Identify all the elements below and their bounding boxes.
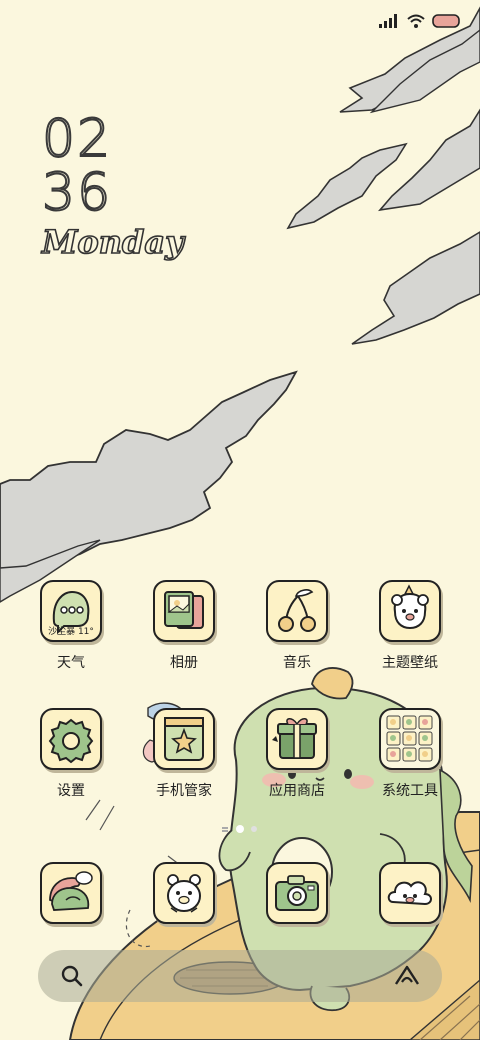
app-label: 应用商店 — [269, 783, 325, 799]
app-weather[interactable]: 沙尘暴 11° 天气 — [21, 580, 121, 690]
search-icon[interactable] — [60, 964, 84, 988]
app-label: 相册 — [170, 655, 198, 671]
weather-ghost-icon: 沙尘暴 11° — [40, 580, 102, 642]
star-shield-icon — [153, 708, 215, 770]
app-label: 主题壁纸 — [382, 655, 438, 671]
assistant-icon[interactable] — [394, 964, 420, 988]
app-settings[interactable]: 设置 — [21, 708, 121, 818]
chat-ball-icon — [40, 862, 102, 924]
cherries-music-icon — [266, 580, 328, 642]
wifi-icon — [407, 14, 425, 28]
clock-hour: 02 — [41, 109, 113, 169]
app-store[interactable]: 应用商店 — [247, 708, 347, 818]
status-bar — [378, 10, 462, 32]
app-music[interactable]: 音乐 — [247, 580, 347, 690]
folder-system-tools[interactable]: 系统工具 — [360, 708, 460, 818]
gear-icon — [40, 708, 102, 770]
search-bar[interactable] — [38, 950, 442, 1002]
bear-icon — [153, 862, 215, 924]
app-label: 天气 — [57, 655, 85, 671]
app-label: 音乐 — [283, 655, 311, 671]
battery-icon — [432, 14, 460, 28]
app-label: 系统工具 — [382, 783, 438, 799]
camera-icon — [266, 862, 328, 924]
app-gallery[interactable]: 相册 — [134, 580, 234, 690]
weather-widget-text: 沙尘暴 11° — [48, 627, 94, 637]
photo-album-icon — [153, 580, 215, 642]
clock-widget[interactable]: 02 36 Monday — [41, 109, 185, 262]
gift-store-icon — [266, 708, 328, 770]
cloud-icon — [379, 862, 441, 924]
signal-icon — [379, 14, 397, 28]
clock-day: Monday — [41, 222, 184, 262]
page-indicator[interactable] — [222, 824, 262, 834]
app-label: 手机管家 — [156, 783, 212, 799]
clock-minute: 36 — [41, 163, 113, 223]
tools-folder-icon — [379, 708, 441, 770]
app-phone-manager[interactable]: 手机管家 — [134, 708, 234, 818]
app-themes[interactable]: 主题壁纸 — [360, 580, 460, 690]
bear-theme-icon — [379, 580, 441, 642]
app-label: 设置 — [57, 783, 85, 799]
